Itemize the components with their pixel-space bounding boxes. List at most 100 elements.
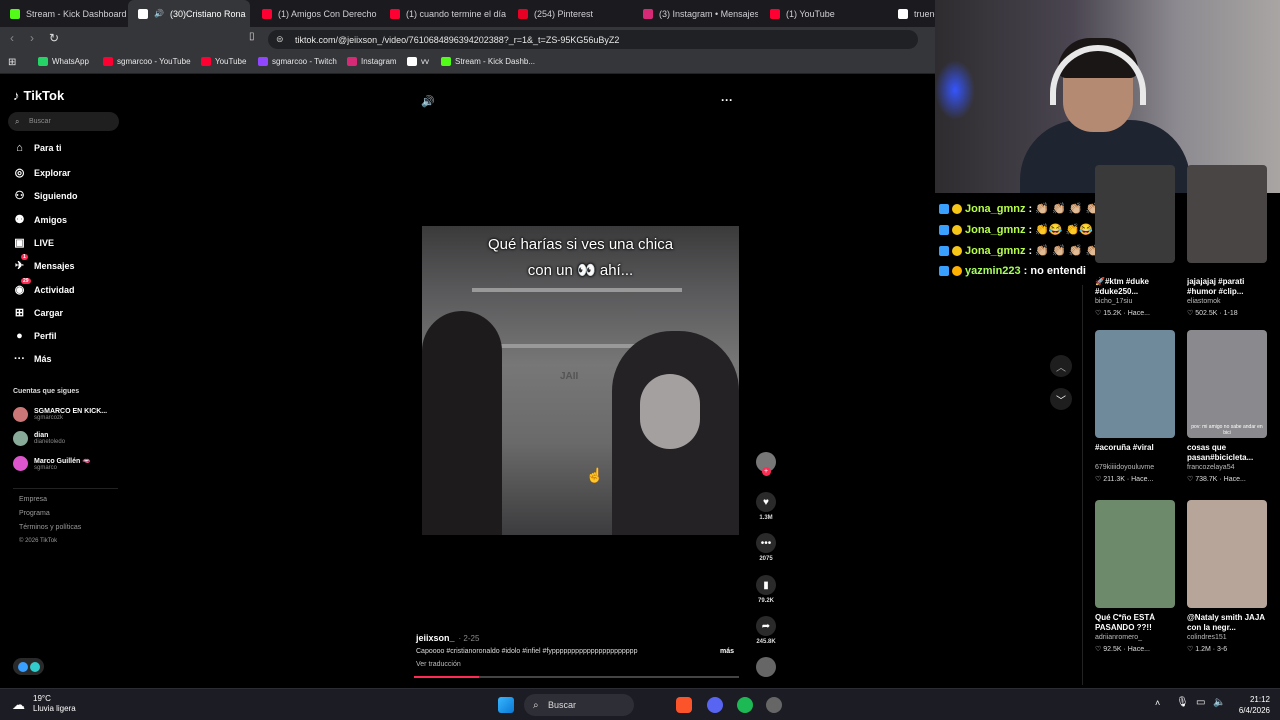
sidebar-item-ms[interactable]: ··· Más: [13, 353, 52, 365]
sidebar-item-mensajes[interactable]: ✈ 1 Mensajes: [13, 254, 75, 272]
taskbar-search[interactable]: ⌕ Buscar: [524, 694, 634, 716]
video-author[interactable]: adriianromero_: [1095, 634, 1142, 641]
previous-video-button[interactable]: ︿: [1050, 355, 1072, 377]
volume-icon[interactable]: 🔊: [421, 95, 435, 108]
search-icon: ⌕: [533, 699, 539, 711]
video-caption[interactable]: cosas que pasan#bicicleta...: [1187, 443, 1269, 463]
heart-icon: ♡: [1187, 476, 1196, 483]
browser-tab[interactable]: (1) YouTube: [760, 0, 886, 27]
reload-icon[interactable]: ↻: [49, 31, 59, 45]
brave-browser-icon[interactable]: [676, 697, 692, 713]
bookmark-icon[interactable]: ▯: [249, 31, 255, 42]
tab-favicon-icon: [643, 8, 653, 19]
video-caption[interactable]: #acoruña #viral: [1095, 443, 1177, 453]
browser-tab[interactable]: (1) Amigos Con Derecho: [252, 0, 378, 27]
bookmark-item[interactable]: YouTube: [201, 57, 246, 66]
windows-start-icon[interactable]: [498, 697, 514, 713]
bookmark-item[interactable]: vv: [407, 57, 429, 66]
video-caption[interactable]: 🚀#ktm #duke #duke250...: [1095, 277, 1177, 297]
browser-tab[interactable]: 🔊(30)Cristiano Rona✕: [128, 0, 250, 27]
video-stats: ♡ 502.5K · 1-18: [1187, 309, 1238, 317]
back-icon[interactable]: ‹: [10, 31, 14, 45]
video-caption[interactable]: @Nataly smith JAJA con la negr...: [1187, 613, 1269, 633]
sidebar-item-amigos[interactable]: ⚉ Amigos: [13, 213, 67, 226]
chevron-up-icon[interactable]: ˄: [1155, 698, 1160, 708]
sidebar-item-siguiendo[interactable]: ⚇ Siguiendo: [13, 189, 78, 202]
bookmark-item[interactable]: Stream - Kick Dashb...: [441, 57, 535, 66]
browser-tab[interactable]: (254) Pinterest: [508, 0, 631, 27]
bookmark-item[interactable]: Instagram: [347, 57, 397, 66]
followed-account[interactable]: SGMARCO EN KICK... sgmarcozk: [13, 407, 107, 422]
video-author[interactable]: colindres151: [1187, 634, 1227, 641]
site-info-icon[interactable]: ⊜: [276, 34, 284, 45]
video-caption[interactable]: Qué C*ño ESTÁ PASANDO ??!!: [1095, 613, 1177, 633]
chat-badge-icon: [952, 203, 962, 214]
video-author[interactable]: francozelaya54: [1187, 464, 1234, 471]
speaker-icon[interactable]: 🔈: [1213, 697, 1225, 708]
comment-button[interactable]: ••• 2075: [756, 533, 776, 562]
video-progress-bar[interactable]: [414, 676, 739, 678]
video-thumbnail[interactable]: [1187, 165, 1267, 263]
sidebar-item-actividad[interactable]: ◉ 29 Actividad: [13, 278, 75, 296]
sidebar-item-live[interactable]: ▣ LIVE: [13, 236, 54, 249]
sidebar-item-parati[interactable]: ⌂ Para ti: [13, 142, 61, 154]
save-button[interactable]: ▮ 79.2K: [756, 575, 776, 604]
weather-widget[interactable]: 19°C Lluvia ligera: [33, 694, 76, 714]
share-button[interactable]: ➦ 245.8K: [756, 616, 776, 645]
next-video-button[interactable]: ﹀: [1050, 388, 1072, 410]
author-name[interactable]: jeiixson_: [416, 633, 455, 643]
search-input[interactable]: ⌕ Buscar: [8, 112, 119, 131]
bookmark-label: sgmarcoo - YouTube: [117, 57, 191, 66]
get-app-button[interactable]: [13, 658, 44, 675]
forward-icon[interactable]: ›: [30, 31, 34, 45]
video-player[interactable]: JAII Qué harías si ves una chica con un …: [422, 226, 739, 535]
bookmark-item[interactable]: sgmarcoo - YouTube: [103, 57, 191, 66]
spotify-icon[interactable]: [737, 697, 753, 713]
bookmark-item[interactable]: sgmarcoo - Twitch: [258, 57, 337, 66]
followed-account[interactable]: dian dianetoledo: [13, 431, 65, 446]
address-bar[interactable]: ⊜ tiktok.com/@jeiixson_/video/7610684896…: [268, 30, 918, 49]
video-author[interactable]: eliastomok: [1187, 298, 1220, 305]
sidebar-item-explorar[interactable]: ◎ Explorar: [13, 166, 71, 179]
video-thumbnail[interactable]: [1095, 330, 1175, 438]
video-caption[interactable]: jajajajaj #parati #humor #clip...: [1187, 277, 1269, 297]
sidebar-item-cargar[interactable]: ⊞ Cargar: [13, 306, 63, 319]
heart-icon: ♡: [1187, 310, 1196, 317]
share-icon: ➦: [756, 616, 776, 636]
discord-icon[interactable]: [707, 697, 723, 713]
sidebar-item-perfil[interactable]: ● Perfil: [13, 330, 56, 342]
heart-icon: ♡: [1095, 310, 1104, 317]
music-disc[interactable]: [756, 657, 776, 677]
browser-tab[interactable]: trueno: [888, 0, 935, 27]
follow-plus-icon[interactable]: +: [761, 467, 771, 476]
bookmark-item[interactable]: WhatsApp: [38, 57, 89, 66]
video-author[interactable]: bicho_17siu: [1095, 298, 1132, 305]
video-thumbnail[interactable]: [1095, 500, 1175, 608]
translate-link[interactable]: Ver traducción: [416, 661, 461, 668]
video-thumbnail[interactable]: [1187, 500, 1267, 608]
video-thumbnail[interactable]: [1095, 165, 1175, 263]
video-thumbnail[interactable]: pov: mi amigo no sabe andar en bici: [1187, 330, 1267, 438]
more-options-icon[interactable]: ···: [721, 93, 733, 107]
browser-tab[interactable]: (1) cuando termine el día: [380, 0, 506, 27]
display-icon[interactable]: ▭: [1196, 697, 1205, 708]
tiktok-sidebar: ♪ TikTok ⌕ Buscar ⌂ Para ti ◎ Explorar ⚇ Sigui…: [0, 76, 130, 686]
footer-link[interactable]: Términos y políticas: [19, 524, 81, 531]
microphone-icon[interactable]: 🎙: [1176, 697, 1189, 708]
like-button[interactable]: ♥ 1.3M: [756, 492, 776, 521]
tab-label: (3) Instagram • Mensajes: [659, 8, 758, 19]
browser-tab[interactable]: Stream - Kick Dashboard: [0, 0, 127, 27]
video-author[interactable]: 679kiiiidoyouluvme: [1095, 464, 1154, 471]
system-clock[interactable]: 21:12 6/4/2026: [1239, 694, 1270, 716]
author-avatar[interactable]: +: [756, 452, 776, 476]
followed-account[interactable]: Marco Guillén 🫦 sgmarco: [13, 456, 91, 471]
tiktok-logo[interactable]: ♪ TikTok: [13, 88, 64, 103]
app-icon[interactable]: [766, 697, 782, 713]
footer-link[interactable]: Empresa: [19, 496, 47, 503]
browser-tab[interactable]: (3) Instagram • Mensajes: [633, 0, 758, 27]
footer-link[interactable]: Programa: [19, 510, 50, 517]
apps-icon[interactable]: ⊞: [8, 57, 16, 68]
more-link[interactable]: más: [720, 648, 734, 655]
browser-tab-strip: Stream - Kick Dashboard 🔊 (30)Cristiano Ro…: [0, 0, 935, 27]
hashtags[interactable]: Capoooo #cristianoronaldo #idolo #infiel…: [416, 648, 637, 655]
